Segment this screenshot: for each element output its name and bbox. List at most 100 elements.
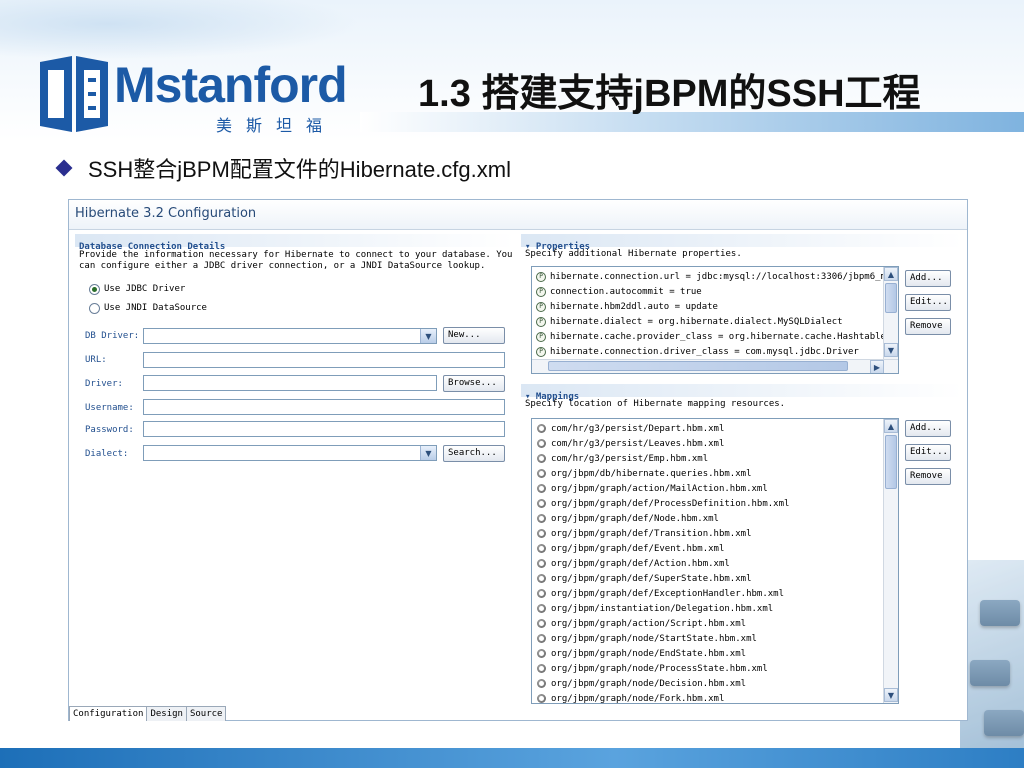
list-item[interactable]: org/jbpm/graph/node/EndState.hbm.xml	[536, 646, 746, 661]
list-item[interactable]: org/jbpm/graph/node/StartState.hbm.xml	[536, 631, 757, 646]
properties-horizontal-scrollbar[interactable]: ▶	[532, 359, 898, 373]
db-section-description: Provide the information necessary for Hi…	[79, 250, 512, 272]
list-item[interactable]: org/jbpm/graph/def/Node.hbm.xml	[536, 511, 719, 526]
properties-section: ▾ Properties Specify additional Hibernat…	[521, 234, 963, 374]
properties-vertical-scrollbar[interactable]: ▲ ▼	[883, 267, 898, 359]
mapping-file-icon	[536, 648, 547, 659]
browse-button[interactable]: Browse...	[443, 375, 505, 392]
properties-edit-button[interactable]: Edit...	[905, 294, 951, 311]
mappings-header[interactable]: ▾ Mappings	[521, 384, 963, 402]
list-item[interactable]: org/jbpm/graph/def/Transition.hbm.xml	[536, 526, 751, 541]
scroll-thumb[interactable]	[885, 435, 897, 489]
driver-label: Driver:	[85, 379, 123, 389]
property-text: hibernate.hbm2ddl.auto = update	[550, 301, 718, 312]
list-item[interactable]: com/hr/g3/persist/Emp.hbm.xml	[536, 451, 708, 466]
list-item[interactable]: com/hr/g3/persist/Depart.hbm.xml	[536, 421, 724, 436]
mapping-file-icon	[536, 438, 547, 449]
properties-header[interactable]: ▾ Properties	[521, 234, 963, 252]
bullet-item: SSH整合jBPM配置文件的Hibernate.cfg.xml	[55, 152, 511, 184]
slide-bottom-bar	[0, 748, 1024, 768]
list-item[interactable]: P hibernate.dialect = org.hibernate.dial…	[536, 314, 843, 329]
list-item[interactable]: org/jbpm/graph/node/Fork.hbm.xml	[536, 691, 725, 704]
list-item[interactable]: org/jbpm/instantiation/Delegation.hbm.xm…	[536, 601, 773, 616]
scroll-thumb[interactable]	[885, 283, 897, 313]
mappings-edit-button[interactable]: Edit...	[905, 444, 951, 461]
list-item[interactable]: P hibernate.connection.url = jdbc:mysql:…	[536, 269, 891, 284]
list-item[interactable]: org/jbpm/graph/def/Action.hbm.xml	[536, 556, 730, 571]
mapping-file-icon	[536, 453, 547, 464]
db-driver-label: DB Driver:	[85, 331, 140, 341]
list-item[interactable]: org/jbpm/graph/def/SuperState.hbm.xml	[536, 571, 751, 586]
properties-add-button[interactable]: Add...	[905, 270, 951, 287]
list-item[interactable]: P connection.autocommit = true	[536, 284, 702, 299]
driver-input[interactable]	[143, 375, 437, 391]
radio-selected-icon[interactable]	[89, 283, 100, 295]
chevron-down-icon[interactable]: ▼	[420, 446, 436, 460]
tab-configuration[interactable]: Configuration	[69, 706, 148, 721]
mapping-file-icon	[536, 618, 547, 629]
mappings-remove-button[interactable]: Remove	[905, 468, 951, 485]
scroll-up-icon[interactable]: ▲	[884, 419, 898, 433]
property-icon: P	[536, 331, 546, 342]
mapping-text: org/jbpm/graph/node/Fork.hbm.xml	[551, 693, 725, 704]
mapping-text: org/jbpm/graph/def/Node.hbm.xml	[551, 513, 719, 524]
mapping-file-icon	[536, 663, 547, 674]
chevron-down-icon[interactable]: ▼	[420, 329, 436, 343]
radio-unselected-icon[interactable]	[89, 302, 100, 314]
dialect-combo[interactable]: ▼	[143, 445, 437, 461]
mapping-file-icon	[536, 543, 547, 554]
tab-source[interactable]: Source	[185, 706, 227, 721]
mapping-file-icon	[536, 678, 547, 689]
radio-use-jndi[interactable]: Use JNDI DataSource	[89, 301, 207, 315]
property-text: hibernate.cache.provider_class = org.hib…	[550, 331, 892, 342]
keyboard-decoration	[960, 560, 1024, 748]
list-item[interactable]: P hibernate.connection.driver_class = co…	[536, 344, 859, 359]
properties-remove-button[interactable]: Remove	[905, 318, 951, 335]
list-item[interactable]: org/jbpm/db/hibernate.queries.hbm.xml	[536, 466, 751, 481]
diamond-bullet-icon	[55, 159, 73, 177]
list-item[interactable]: P hibernate.hbm2ddl.auto = update	[536, 299, 718, 314]
search-button[interactable]: Search...	[443, 445, 505, 462]
hibernate-config-window: Hibernate 3.2 Configuration Database Con…	[68, 199, 968, 721]
new-button[interactable]: New...	[443, 327, 505, 344]
mapping-file-icon	[536, 423, 547, 434]
scroll-up-icon[interactable]: ▲	[884, 267, 898, 281]
mapping-text: org/jbpm/graph/def/SuperState.hbm.xml	[551, 573, 752, 584]
property-icon: P	[536, 316, 546, 327]
url-input[interactable]	[143, 352, 505, 368]
scroll-right-icon[interactable]: ▶	[870, 360, 884, 373]
tab-design[interactable]: Design	[146, 706, 187, 721]
scroll-down-icon[interactable]: ▼	[884, 343, 898, 357]
list-item[interactable]: P hibernate.cache.provider_class = org.h…	[536, 329, 891, 344]
list-item[interactable]: org/jbpm/graph/def/Event.hbm.xml	[536, 541, 724, 556]
mappings-add-button[interactable]: Add...	[905, 420, 951, 437]
mappings-vertical-scrollbar[interactable]: ▲ ▼	[883, 419, 898, 703]
mapping-file-icon	[536, 633, 547, 644]
list-item[interactable]: org/jbpm/graph/action/MailAction.hbm.xml	[536, 481, 768, 496]
property-icon: P	[536, 301, 546, 312]
db-driver-combo[interactable]: ▼	[143, 328, 437, 344]
list-item[interactable]: org/jbpm/graph/action/Script.hbm.xml	[536, 616, 746, 631]
scroll-thumb[interactable]	[548, 361, 848, 371]
list-item[interactable]: org/jbpm/graph/def/ProcessDefinition.hbm…	[536, 496, 789, 511]
db-section-header: Database Connection Details	[75, 234, 515, 252]
mapping-file-icon	[536, 498, 547, 509]
editor-title: Hibernate 3.2 Configuration	[75, 206, 257, 221]
radio-use-jdbc[interactable]: Use JDBC Driver	[89, 282, 185, 296]
mapping-text: org/jbpm/graph/def/ExceptionHandler.hbm.…	[551, 588, 784, 599]
mappings-list[interactable]: com/hr/g3/persist/Depart.hbm.xml com/hr/…	[531, 418, 899, 704]
mapping-text: org/jbpm/graph/def/Event.hbm.xml	[551, 543, 725, 554]
mapping-text: org/jbpm/graph/action/Script.hbm.xml	[551, 618, 747, 629]
mappings-section: ▾ Mappings Specify location of Hibernate…	[521, 384, 963, 704]
properties-list[interactable]: P hibernate.connection.url = jdbc:mysql:…	[531, 266, 899, 374]
username-input[interactable]	[143, 399, 505, 415]
scroll-down-icon[interactable]: ▼	[884, 688, 898, 702]
logo-chinese-name: 美斯坦福	[216, 116, 337, 135]
list-item[interactable]: org/jbpm/graph/def/ExceptionHandler.hbm.…	[536, 586, 784, 601]
password-input[interactable]	[143, 421, 505, 437]
url-label: URL:	[85, 355, 107, 365]
mapping-text: org/jbpm/graph/node/ProcessState.hbm.xml	[551, 663, 768, 674]
list-item[interactable]: org/jbpm/graph/node/ProcessState.hbm.xml	[536, 661, 768, 676]
list-item[interactable]: com/hr/g3/persist/Leaves.hbm.xml	[536, 436, 724, 451]
list-item[interactable]: org/jbpm/graph/node/Decision.hbm.xml	[536, 676, 746, 691]
